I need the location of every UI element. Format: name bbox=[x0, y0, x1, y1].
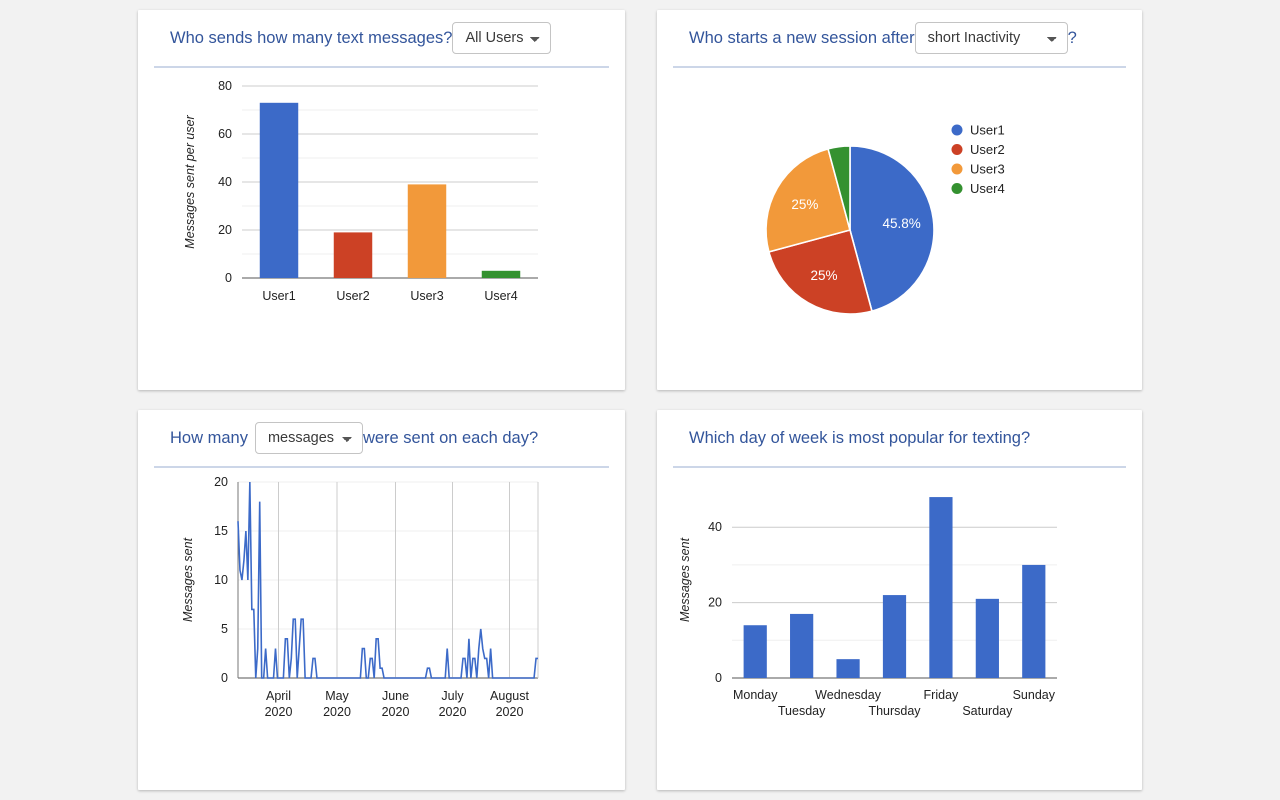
y-tick-labels: 0 20 40 60 80 bbox=[218, 79, 232, 285]
svg-text:2020: 2020 bbox=[323, 705, 351, 719]
svg-text:User2: User2 bbox=[336, 289, 369, 303]
chart-popular-weekday: 0 20 40 Monday Tuesday Wednesday Thursday Frid… bbox=[657, 468, 1142, 790]
card-messages-per-day: How many messageswordscharacters were se… bbox=[138, 410, 625, 790]
svg-text:20: 20 bbox=[214, 475, 228, 489]
bars bbox=[743, 497, 1046, 678]
pie-legend: User1 User2 User3 User4 bbox=[951, 123, 1005, 196]
svg-text:45.8%: 45.8% bbox=[882, 216, 920, 231]
gridlines bbox=[237, 481, 539, 679]
svg-text:0: 0 bbox=[715, 671, 722, 685]
svg-text:2020: 2020 bbox=[496, 705, 524, 719]
svg-text:40: 40 bbox=[708, 520, 722, 534]
pie-chart-session-starts: 45.8% 25% 25% User1 User2 User3 User4 bbox=[765, 123, 1005, 315]
card-header-session-starts: Who starts a new session after short Ina… bbox=[673, 10, 1126, 68]
y-axis-title: Messages sent bbox=[181, 537, 195, 622]
svg-text:User4: User4 bbox=[484, 289, 517, 303]
chart-messages-per-day: 0 5 10 15 20 April 2020 May 2020 June 2020 July 202… bbox=[138, 468, 625, 790]
svg-text:2020: 2020 bbox=[265, 705, 293, 719]
card-title-messages-per-day: How many bbox=[170, 428, 248, 447]
y-tick-labels: 0 20 40 bbox=[708, 520, 722, 685]
svg-text:User1: User1 bbox=[262, 289, 295, 303]
inactivity-select[interactable]: short Inactivitymedium Inactivitylong In… bbox=[914, 22, 1068, 54]
svg-text:User3: User3 bbox=[970, 162, 1005, 177]
svg-text:0: 0 bbox=[225, 271, 232, 285]
svg-text:60: 60 bbox=[218, 127, 232, 141]
svg-text:User2: User2 bbox=[970, 142, 1005, 157]
card-title-session-starts-suffix: ? bbox=[1067, 28, 1077, 47]
user-filter-select[interactable]: All UsersUser1User2User3User4 bbox=[452, 22, 552, 54]
card-header-messages-per-day: How many messageswordscharacters were se… bbox=[154, 410, 609, 468]
svg-text:0: 0 bbox=[221, 671, 228, 685]
card-popular-weekday: Which day of week is most popular for te… bbox=[657, 410, 1142, 790]
svg-text:August: August bbox=[490, 689, 529, 703]
x-category-labels: MondayTuesday Wednesday ThursdayFridaySatu… bbox=[733, 688, 1056, 718]
x-tick-labels: April 2020 May 2020 June 2020 July 2020 August 20… bbox=[265, 689, 530, 719]
svg-text:May: May bbox=[325, 689, 349, 703]
y-tick-labels: 0 5 10 15 20 bbox=[214, 475, 228, 685]
bars bbox=[259, 102, 521, 278]
svg-text:20: 20 bbox=[218, 223, 232, 237]
svg-text:20: 20 bbox=[708, 596, 722, 610]
svg-text:25%: 25% bbox=[811, 268, 838, 283]
card-title-messages-per-user: Who sends how many text messages? bbox=[170, 28, 453, 47]
svg-text:User1: User1 bbox=[970, 123, 1005, 138]
bar-chart-popular-weekday: 0 20 40 MondayTuesday Wednesday ThursdayFrid… bbox=[678, 497, 1057, 718]
y-axis-title: Messages sent per user bbox=[183, 114, 197, 248]
x-category-labels: User1 User2 User3 User4 bbox=[262, 289, 517, 303]
dashboard: Who sends how many text messages? All Us… bbox=[0, 0, 1280, 800]
svg-text:80: 80 bbox=[218, 79, 232, 93]
card-session-starts: Who starts a new session after short Ina… bbox=[657, 10, 1142, 390]
svg-text:Sunday: Sunday bbox=[1013, 688, 1056, 702]
metric-select[interactable]: messageswordscharacters bbox=[254, 422, 363, 454]
card-title-messages-per-day-suffix: were sent on each day? bbox=[362, 428, 539, 447]
svg-text:5: 5 bbox=[221, 622, 228, 636]
chart-messages-per-user: 0 20 40 60 80 User1 User2 User3 User4 Messages … bbox=[138, 68, 625, 390]
svg-text:Saturday: Saturday bbox=[962, 704, 1013, 718]
card-messages-per-user: Who sends how many text messages? All Us… bbox=[138, 10, 625, 390]
card-header-messages-per-user: Who sends how many text messages? All Us… bbox=[154, 10, 609, 68]
card-header-popular-weekday: Which day of week is most popular for te… bbox=[673, 410, 1126, 468]
line-chart-messages-per-day: 0 5 10 15 20 April 2020 May 2020 June 2020 July 202… bbox=[181, 475, 539, 719]
svg-text:40: 40 bbox=[218, 175, 232, 189]
svg-text:Friday: Friday bbox=[924, 688, 959, 702]
svg-text:User4: User4 bbox=[970, 181, 1005, 196]
svg-text:25%: 25% bbox=[791, 197, 818, 212]
svg-text:Thursday: Thursday bbox=[868, 704, 921, 718]
chart-session-starts: 45.8% 25% 25% User1 User2 User3 User4 bbox=[657, 68, 1142, 390]
svg-text:July: July bbox=[441, 689, 464, 703]
y-axis-title: Messages sent bbox=[678, 537, 692, 622]
svg-text:Tuesday: Tuesday bbox=[778, 704, 826, 718]
svg-text:Monday: Monday bbox=[733, 688, 778, 702]
svg-text:15: 15 bbox=[214, 524, 228, 538]
svg-text:10: 10 bbox=[214, 573, 228, 587]
svg-text:2020: 2020 bbox=[382, 705, 410, 719]
svg-text:User3: User3 bbox=[410, 289, 443, 303]
svg-text:Wednesday: Wednesday bbox=[815, 688, 882, 702]
bar-chart-messages-per-user: 0 20 40 60 80 User1 User2 User3 User4 Messages … bbox=[183, 79, 538, 303]
card-title-popular-weekday: Which day of week is most popular for te… bbox=[689, 428, 1031, 447]
svg-text:2020: 2020 bbox=[439, 705, 467, 719]
svg-text:June: June bbox=[382, 689, 409, 703]
svg-text:April: April bbox=[266, 689, 291, 703]
card-title-session-starts: Who starts a new session after bbox=[689, 28, 915, 47]
